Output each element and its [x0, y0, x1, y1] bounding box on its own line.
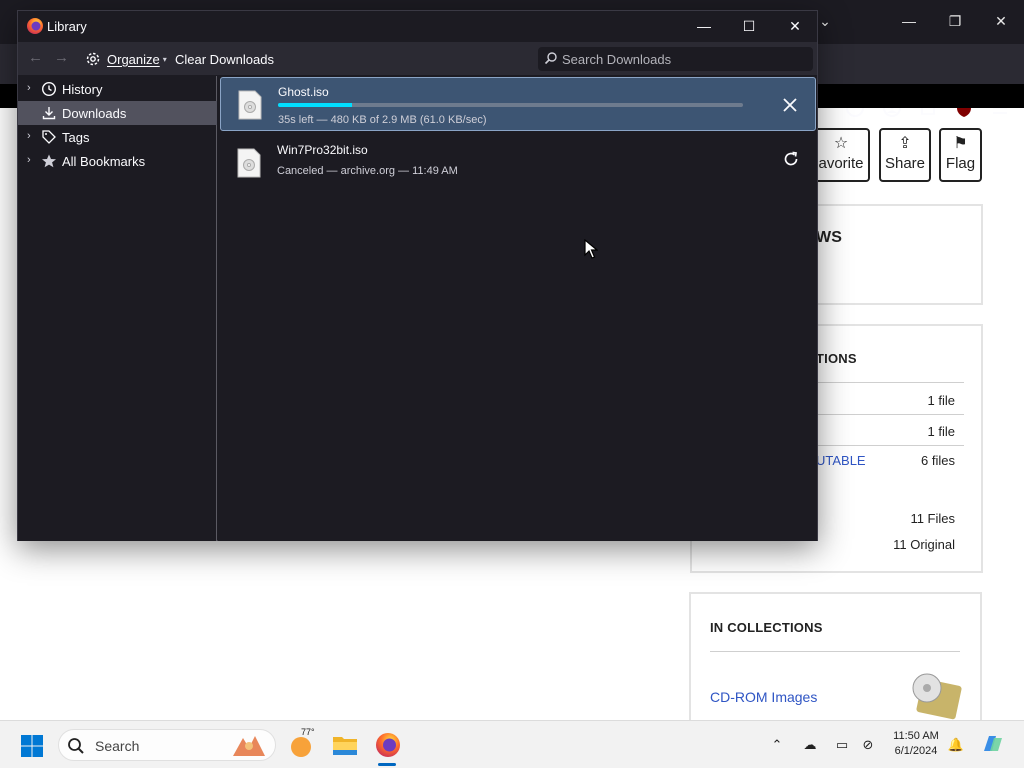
star-outline-icon: ☆ — [833, 135, 849, 152]
search-icon — [67, 737, 85, 760]
back-arrow-icon[interactable]: ← — [28, 50, 43, 66]
search-highlight-icon — [229, 732, 269, 765]
collection-link[interactable]: CD-ROM Images — [710, 689, 817, 705]
favorite-button[interactable]: ☆ avorite — [812, 128, 870, 182]
cdrom-collection-icon — [905, 670, 963, 725]
collections-panel: IN COLLECTIONS CD-ROM Images — [689, 592, 982, 732]
windows-start-icon[interactable] — [20, 734, 44, 763]
expand-chevron-icon[interactable]: › — [27, 82, 31, 94]
close-icon — [783, 98, 797, 112]
taskbar-search-box[interactable]: Search — [58, 729, 276, 761]
taskbar: Search 77° ⌃ ☁ ▭ ⊘ 11:50 AM 6/1/2024 🔔 — [0, 720, 1024, 768]
clear-downloads-button[interactable]: Clear Downloads — [175, 52, 274, 67]
dropdown-caret-icon: ▾ — [162, 54, 167, 64]
organize-label: Organize — [107, 51, 160, 67]
gear-icon — [85, 51, 101, 67]
firefox-taskbar-icon[interactable] — [372, 729, 404, 761]
disc-image-file-icon — [237, 148, 261, 178]
download-filename: Ghost.iso — [278, 85, 329, 99]
download-item[interactable]: Ghost.iso 35s left — 480 KB of 2.9 MB (6… — [220, 77, 816, 131]
firefox-logo-icon — [26, 17, 44, 35]
cancel-download-button[interactable] — [779, 94, 801, 116]
download-item[interactable]: Win7Pro32bit.iso Canceled — archive.org … — [220, 136, 816, 190]
share-button[interactable]: ⇪ Share — [879, 128, 931, 182]
weather-temperature: 77° — [301, 727, 315, 737]
retry-icon — [784, 151, 798, 166]
search-downloads-input[interactable] — [562, 50, 802, 68]
restore-button[interactable]: ❐ — [944, 10, 966, 32]
download-filename: Win7Pro32bit.iso — [277, 143, 368, 157]
download-status: Canceled — archive.org — 11:49 AM — [277, 165, 458, 177]
notifications-bell-icon[interactable]: 🔔 — [946, 735, 966, 755]
minimize-button[interactable]: — — [689, 16, 719, 36]
share-icon: ⇪ — [898, 135, 912, 152]
cloud-offline-icon[interactable]: ☁ — [800, 735, 820, 755]
library-toolbar: ← → Organize ▾ Clear Downloads — [18, 42, 817, 75]
clock-icon — [41, 81, 57, 97]
retry-download-button[interactable] — [780, 148, 802, 170]
copilot-icon[interactable] — [980, 731, 1006, 757]
file-explorer-icon[interactable] — [329, 729, 361, 761]
divider — [804, 414, 964, 415]
display-icon[interactable]: ▭ — [832, 735, 852, 755]
download-progress-fill — [278, 103, 353, 107]
active-app-indicator — [378, 763, 396, 766]
divider — [804, 445, 964, 446]
close-button[interactable]: ✕ — [780, 16, 810, 36]
download-icon — [41, 105, 57, 121]
reviews-title: WS — [816, 229, 843, 246]
library-window: Library — ☐ ✕ ← → Organize ▾ Clear Downl… — [17, 10, 818, 541]
show-hidden-icons-chevron-icon[interactable]: ⌃ — [767, 735, 787, 755]
star-icon — [41, 153, 57, 169]
disc-image-file-icon — [238, 90, 262, 120]
clock-date: 6/1/2024 — [894, 745, 938, 757]
download-options-title: TIONS — [816, 351, 857, 366]
collections-title: IN COLLECTIONS — [710, 620, 823, 635]
mouse-cursor-icon — [584, 238, 599, 264]
sidebar-item-tags[interactable]: › Tags — [18, 125, 217, 149]
download-status: 35s left — 480 KB of 2.9 MB (61.0 KB/sec… — [278, 114, 487, 126]
download-progress-bar — [278, 103, 743, 107]
sidebar-item-history[interactable]: › History — [18, 77, 217, 101]
expand-chevron-icon[interactable]: › — [27, 154, 31, 166]
sidebar-item-downloads[interactable]: Downloads — [18, 101, 217, 125]
close-button[interactable]: ✕ — [990, 10, 1012, 32]
format-link[interactable]: UTABLE — [816, 453, 866, 468]
network-off-icon[interactable]: ⊘ — [858, 735, 878, 755]
minimize-button[interactable]: — — [898, 10, 920, 32]
flag-button[interactable]: ⚑ Flag — [939, 128, 982, 182]
library-titlebar: Library — ☐ ✕ — [18, 11, 817, 41]
search-downloads-field[interactable] — [538, 47, 813, 71]
divider — [804, 382, 964, 383]
tag-icon — [41, 129, 57, 145]
taskbar-clock[interactable]: 11:50 AM 6/1/2024 — [884, 729, 948, 759]
clock-time: 11:50 AM — [893, 730, 939, 742]
expand-chevron-icon[interactable]: › — [27, 130, 31, 142]
window-title: Library — [47, 19, 87, 34]
organize-menu-button[interactable]: Organize ▾ — [85, 47, 167, 71]
maximize-button[interactable]: ☐ — [734, 16, 764, 36]
search-icon — [544, 51, 558, 70]
flag-icon: ⚑ — [953, 135, 968, 152]
downloads-list: Ghost.iso 35s left — 480 KB of 2.9 MB (6… — [218, 76, 817, 541]
sidebar-item-all-bookmarks[interactable]: › All Bookmarks — [18, 149, 217, 173]
divider — [710, 651, 960, 652]
library-sidebar: › History Downloads › Tags › All Bookmar… — [18, 76, 217, 541]
forward-arrow-icon[interactable]: → — [54, 50, 69, 66]
